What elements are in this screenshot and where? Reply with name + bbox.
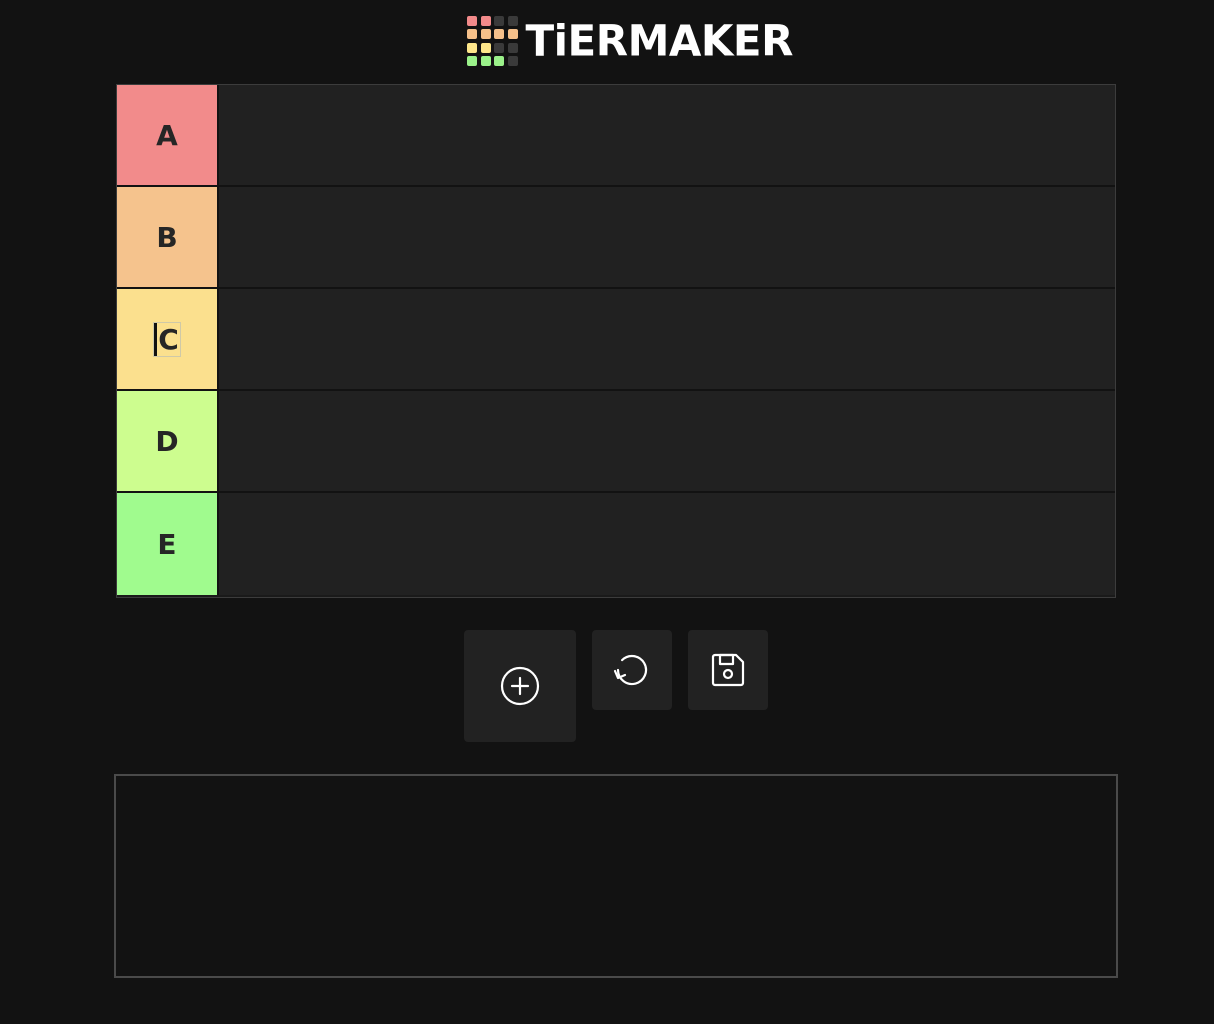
logo-grid-cell [480, 29, 491, 39]
save-button[interactable] [688, 630, 768, 710]
logo-grid-cell [507, 56, 518, 66]
tier-row-a: A [117, 85, 1115, 187]
logo-grid-cell [494, 15, 504, 26]
tier-list: A B C D E [116, 84, 1116, 598]
logo-grid-cell [507, 15, 518, 26]
tier-label-text[interactable]: D [155, 425, 178, 458]
logo-grid-cell [467, 15, 477, 26]
tier-label-c[interactable]: C [117, 289, 219, 389]
tier-label-text[interactable]: C [153, 321, 181, 357]
tier-dropzone-e[interactable] [219, 493, 1115, 595]
tier-label-text[interactable]: A [156, 119, 178, 152]
tier-row-b: B [117, 187, 1115, 289]
save-floppy-icon [711, 653, 745, 687]
reset-button[interactable] [592, 630, 672, 710]
tier-dropzone-a[interactable] [219, 85, 1115, 185]
tiermaker-logo[interactable]: TiERMAKER [467, 14, 793, 68]
tier-dropzone-c[interactable] [219, 289, 1115, 389]
tier-row-c: C [117, 289, 1115, 391]
add-image-button[interactable] [464, 630, 576, 742]
logo-grid-cell [507, 29, 518, 39]
logo-grid-cell [467, 42, 477, 53]
logo-grid-cell [480, 42, 491, 53]
plus-circle-icon [500, 666, 540, 706]
tier-row-e: E [117, 493, 1115, 595]
logo-grid-cell [480, 15, 491, 26]
tier-label-d[interactable]: D [117, 391, 219, 491]
logo-grid-icon [467, 15, 518, 67]
logo-grid-cell [494, 29, 504, 39]
logo-grid-cell [467, 29, 477, 39]
tier-dropzone-b[interactable] [219, 187, 1115, 287]
rotate-ccw-icon [613, 654, 648, 686]
tier-label-text[interactable]: B [156, 221, 177, 254]
tier-label-text[interactable]: E [157, 528, 176, 561]
logo-wordmark: TiERMAKER [525, 15, 794, 66]
logo-grid-cell [467, 56, 477, 66]
tier-label-e[interactable]: E [117, 493, 219, 595]
tier-row-d: D [117, 391, 1115, 493]
tier-label-a[interactable]: A [117, 85, 219, 185]
logo-grid-cell [494, 56, 504, 66]
logo-grid-cell [507, 42, 518, 53]
logo-grid-cell [494, 42, 504, 53]
item-pool[interactable] [114, 774, 1118, 978]
tier-dropzone-d[interactable] [219, 391, 1115, 491]
tier-label-b[interactable]: B [117, 187, 219, 287]
logo-grid-cell [480, 56, 491, 66]
